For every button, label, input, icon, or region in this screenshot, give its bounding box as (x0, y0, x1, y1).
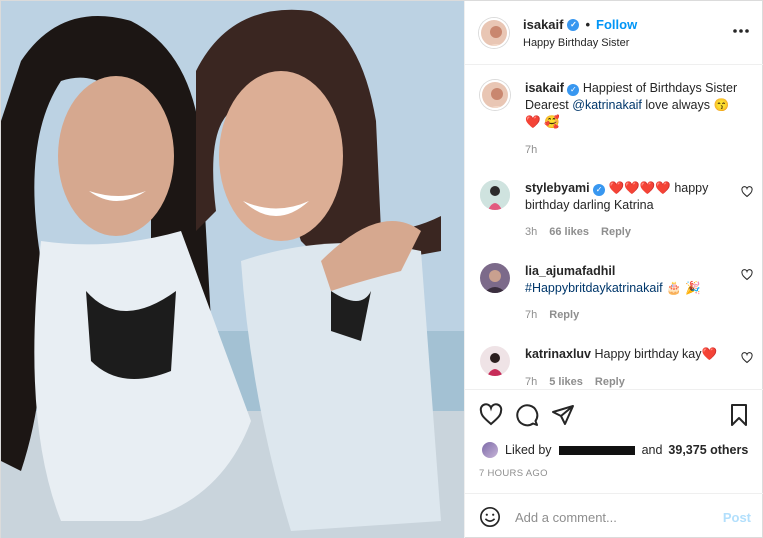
heart-icon[interactable] (741, 269, 753, 281)
comment-username[interactable]: stylebyami (525, 181, 590, 195)
photo-illustration (1, 1, 464, 538)
comment-username[interactable]: katrinaxluv (525, 347, 591, 361)
likes-and: and (641, 443, 663, 457)
follow-button[interactable]: Follow (596, 17, 637, 32)
likes-count[interactable]: 39,375 others (668, 443, 748, 457)
verified-badge-icon: ✓ (593, 184, 606, 196)
caption-meta: 7h (525, 144, 537, 156)
redacted-liker-name (558, 445, 635, 455)
action-bar (465, 389, 763, 439)
post-subtitle: Happy Birthday Sister (523, 37, 630, 49)
comment-body[interactable]: #Happybritdaykatrinakaif 🎂 🎉 (525, 281, 701, 295)
likes-summary: Liked by and 39,375 others (481, 441, 748, 459)
comment-text: katrinaxluv Happy birthday kay❤️ (525, 346, 740, 363)
comment-time: 3h (525, 226, 538, 238)
comment-username[interactable]: lia_ajumafadhil (525, 264, 615, 278)
comment-avatar[interactable] (480, 180, 510, 210)
author-avatar[interactable] (479, 18, 509, 48)
more-options-icon[interactable] (731, 23, 751, 39)
comment-time: 7h (525, 309, 538, 321)
comment-meta: 3h 66 likes Reply (525, 226, 631, 238)
caption-mention[interactable]: @katrinakaif (572, 98, 642, 112)
caption-username[interactable]: isakaif (525, 81, 564, 95)
reply-button[interactable]: Reply (595, 376, 625, 388)
author-username[interactable]: isakaif (523, 17, 563, 32)
post-button[interactable]: Post (723, 510, 751, 525)
comments-list[interactable]: isakaif ✓ Happiest of Birthdays Sister D… (465, 66, 763, 389)
author-line: isakaif ✓ • Follow (523, 17, 637, 32)
comment-meta: 7h 5 likes Reply (525, 376, 625, 388)
heart-icon[interactable] (741, 186, 753, 198)
caption-time: 7h (525, 144, 538, 156)
comment-time: 7h (525, 376, 538, 388)
liker-avatar[interactable] (481, 441, 499, 459)
emoji-icon[interactable] (479, 506, 501, 528)
reply-button[interactable]: Reply (549, 309, 579, 321)
add-comment-bar: Post (465, 493, 763, 538)
comment-input[interactable] (515, 507, 715, 527)
comment-meta: 7h Reply (525, 309, 579, 321)
comment-text: stylebyami ✓ ❤️❤️❤️❤️ happy birthday dar… (525, 180, 740, 214)
comment-avatar[interactable] (480, 346, 510, 376)
separator-dot: • (585, 17, 591, 32)
likes-prefix: Liked by (505, 443, 552, 457)
heart-icon[interactable] (479, 403, 503, 427)
post-timestamp[interactable]: 7 HOURS AGO (479, 468, 548, 479)
comment-avatar[interactable] (480, 263, 510, 293)
verified-badge-icon: ✓ (567, 18, 580, 31)
caption-avatar[interactable] (480, 80, 510, 110)
comment-text: lia_ajumafadhil #Happybritdaykatrinakaif… (525, 263, 740, 297)
post-header: isakaif ✓ • Follow Happy Birthday Sister (465, 1, 763, 65)
reply-button[interactable]: Reply (601, 226, 631, 238)
post-photo[interactable] (1, 1, 464, 538)
comment-likes[interactable]: 5 likes (549, 376, 583, 388)
verified-badge-icon: ✓ (567, 84, 580, 96)
caption-text: isakaif ✓ Happiest of Birthdays Sister D… (525, 80, 740, 131)
comment-likes[interactable]: 66 likes (549, 226, 589, 238)
save-icon[interactable] (727, 403, 751, 427)
comment-body: Happy birthday kay❤️ (594, 347, 718, 361)
share-icon[interactable] (551, 403, 575, 427)
comment-icon[interactable] (515, 403, 539, 427)
post-window: isakaif ✓ • Follow Happy Birthday Sister… (0, 0, 763, 538)
heart-icon[interactable] (741, 352, 753, 364)
post-side-panel: isakaif ✓ • Follow Happy Birthday Sister… (464, 1, 763, 538)
